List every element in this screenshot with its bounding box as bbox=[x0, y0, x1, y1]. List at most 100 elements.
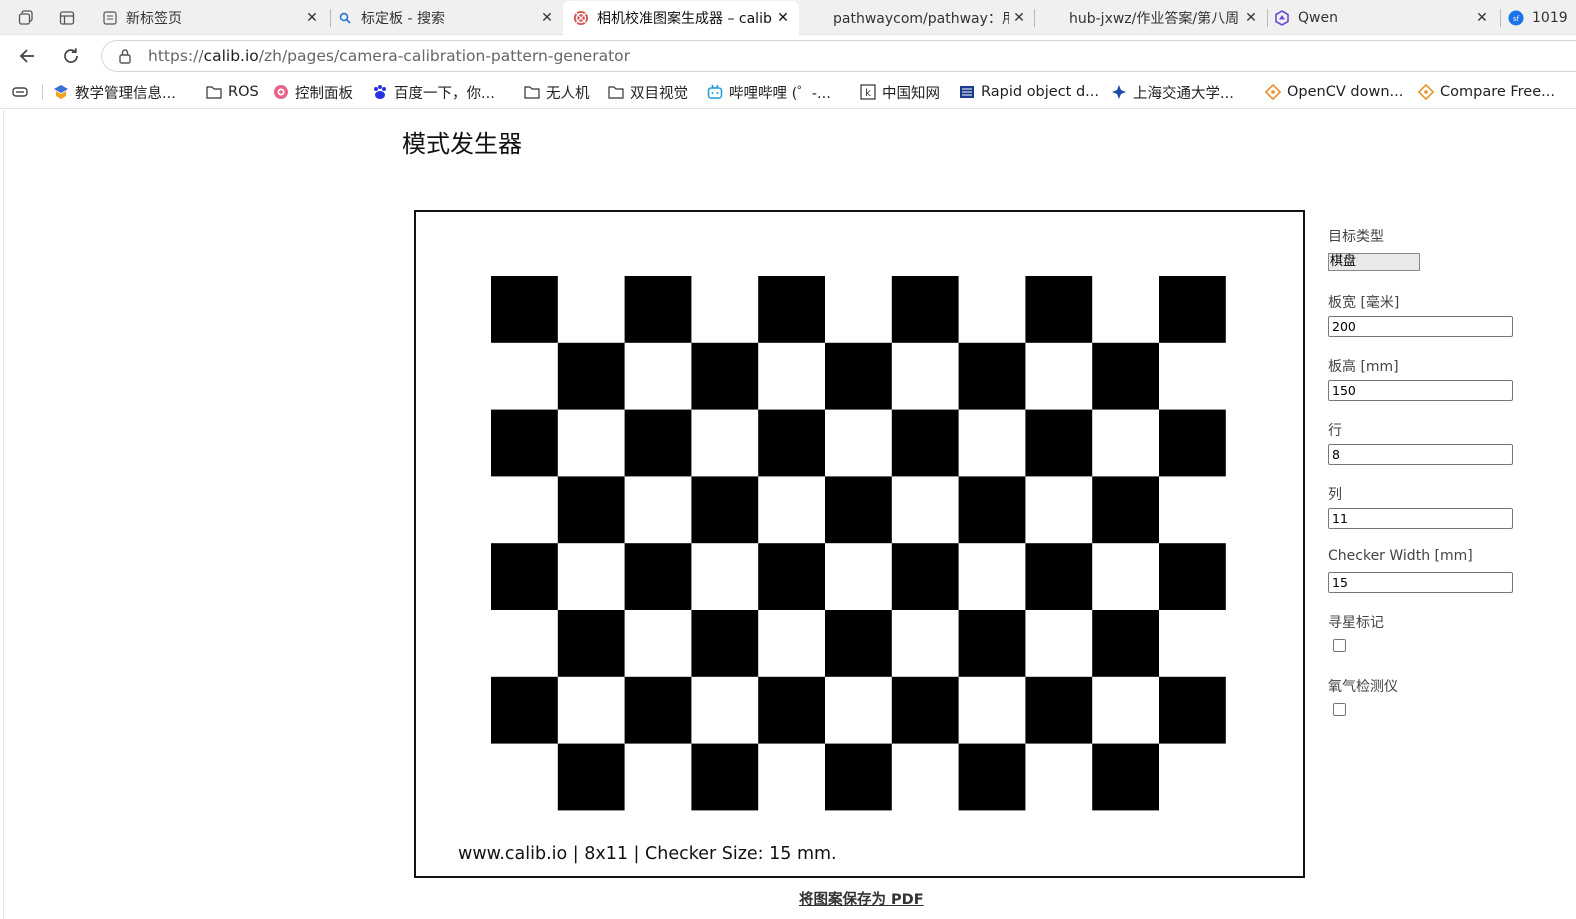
url-text[interactable]: https://calib.io/zh/pages/camera-calibra… bbox=[148, 47, 630, 65]
bookmarks-menu-icon[interactable] bbox=[12, 82, 28, 102]
baidu-icon bbox=[372, 84, 388, 100]
checker-square bbox=[557, 342, 625, 410]
cols-label: 列 bbox=[1328, 487, 1342, 503]
bookmark-label: 上海交通大学... bbox=[1133, 85, 1234, 102]
close-icon[interactable]: ✕ bbox=[302, 10, 322, 26]
checker-square bbox=[758, 676, 825, 744]
tab-new-tab[interactable]: 新标签页 ✕ bbox=[92, 2, 328, 34]
bookmark-item[interactable]: k 中国知网 bbox=[860, 82, 940, 102]
bookmark-item[interactable]: 控制面板 bbox=[273, 82, 353, 102]
checker-square bbox=[557, 476, 625, 544]
checker-square bbox=[891, 276, 959, 343]
address-bar[interactable]: https://calib.io/zh/pages/camera-calibra… bbox=[101, 40, 1576, 72]
page-content: 模式发生器 www.calib.io | 8x11 | Checker Size… bbox=[3, 110, 1576, 919]
ieee-icon bbox=[959, 84, 975, 100]
tab-title: hub-jxwz/作业答案/第八周 bbox=[1069, 11, 1240, 27]
bookmark-folder[interactable]: ROS bbox=[206, 82, 259, 102]
star-marker-checkbox[interactable] bbox=[1333, 639, 1346, 652]
checker-square bbox=[1092, 476, 1159, 544]
vertical-tabs-icon[interactable] bbox=[56, 7, 78, 29]
qwen-icon bbox=[1274, 10, 1290, 26]
board-height-input[interactable] bbox=[1328, 380, 1513, 401]
back-arrow-icon[interactable] bbox=[14, 43, 40, 69]
bookmark-item[interactable]: 上海交通大学... bbox=[1111, 82, 1234, 102]
close-icon[interactable]: ✕ bbox=[1472, 10, 1492, 26]
checker-square bbox=[491, 676, 558, 744]
board-width-input[interactable] bbox=[1328, 316, 1513, 337]
url-scheme: https:// bbox=[148, 47, 204, 65]
rows-input[interactable] bbox=[1328, 444, 1513, 465]
bookmark-label: 百度一下，你... bbox=[394, 85, 495, 102]
tab-calib-active[interactable]: 相机校准图案生成器 – calib.io ✕ bbox=[563, 1, 799, 35]
bookmark-item[interactable]: 百度一下，你... bbox=[372, 82, 495, 102]
workspaces-icon[interactable] bbox=[15, 7, 37, 29]
bookmark-folder[interactable]: 无人机 bbox=[524, 82, 590, 102]
close-icon[interactable]: ✕ bbox=[1009, 10, 1029, 26]
github-icon bbox=[809, 10, 825, 26]
profile-icon: sf bbox=[1508, 10, 1524, 26]
bookmark-label: 无人机 bbox=[546, 85, 590, 102]
checker-width-label: Checker Width [mm] bbox=[1328, 548, 1473, 564]
bookmark-label: Compare Free... bbox=[1440, 84, 1555, 100]
checker-square bbox=[491, 409, 558, 477]
checker-square bbox=[691, 610, 759, 677]
checker-square bbox=[825, 476, 892, 544]
checker-square bbox=[825, 342, 892, 410]
tab-title: 1019 bbox=[1532, 10, 1568, 26]
reload-icon[interactable] bbox=[58, 43, 84, 69]
bookmark-item[interactable]: OpenCV down... bbox=[1265, 82, 1403, 102]
close-icon[interactable]: ✕ bbox=[537, 10, 557, 26]
pattern-preview: www.calib.io | 8x11 | Checker Size: 15 m… bbox=[414, 210, 1305, 878]
tab-title: 标定板 - 搜索 bbox=[361, 11, 445, 27]
bookmark-label: ROS bbox=[228, 84, 259, 100]
bookmark-label: 控制面板 bbox=[295, 85, 353, 102]
close-icon[interactable]: ✕ bbox=[773, 10, 793, 26]
panel-icon bbox=[273, 84, 289, 100]
tab-profile[interactable]: sf 1019 bbox=[1498, 2, 1576, 34]
lock-icon[interactable] bbox=[118, 48, 134, 64]
sjtu-icon bbox=[1111, 84, 1127, 100]
tab-hub-jxwz[interactable]: hub-jxwz/作业答案/第八周 ✕ bbox=[1035, 2, 1267, 34]
oxygen-checkbox[interactable] bbox=[1333, 703, 1346, 716]
checker-square bbox=[491, 276, 558, 343]
close-icon[interactable]: ✕ bbox=[1241, 10, 1261, 26]
checker-width-input[interactable] bbox=[1328, 572, 1513, 593]
bookmark-item[interactable]: Compare Free... bbox=[1418, 82, 1555, 102]
url-host: calib.io bbox=[203, 47, 259, 65]
cols-input[interactable] bbox=[1328, 508, 1513, 529]
calib-icon bbox=[573, 10, 589, 26]
bookmark-label: 中国知网 bbox=[882, 85, 940, 102]
checker-square bbox=[958, 342, 1026, 410]
folder-icon bbox=[608, 84, 624, 100]
bookmark-folder[interactable]: 双目视觉 bbox=[608, 82, 688, 102]
folder-icon bbox=[206, 84, 222, 100]
checker-square bbox=[1025, 676, 1093, 744]
save-pdf-link[interactable]: 将图案保存为 PDF bbox=[799, 888, 924, 909]
checker-square bbox=[825, 743, 892, 811]
checker-square bbox=[758, 409, 825, 477]
checker-square bbox=[1092, 743, 1159, 811]
bookmark-item[interactable]: Rapid object d... bbox=[959, 82, 1099, 102]
checker-square bbox=[891, 676, 959, 744]
target-type-select[interactable]: 棋盘 bbox=[1328, 253, 1420, 271]
url-path: /zh/pages/camera-calibration-pattern-gen… bbox=[258, 47, 631, 65]
tab-pathway[interactable]: pathwaycom/pathway：用 ✕ bbox=[799, 2, 1035, 34]
tab-title: 新标签页 bbox=[126, 11, 182, 27]
tab-strip: 新标签页 ✕ 标定板 - 搜索 ✕ 相机校准图案生成器 – calib.io ✕… bbox=[0, 0, 1576, 35]
page-title: 模式发生器 bbox=[402, 130, 522, 158]
checker-square bbox=[891, 409, 959, 477]
checker-square bbox=[1159, 676, 1226, 744]
checker-square bbox=[825, 610, 892, 677]
bookmark-item[interactable]: 教学管理信息... bbox=[53, 82, 176, 102]
checker-square bbox=[491, 543, 558, 610]
checker-square bbox=[691, 476, 759, 544]
tab-search[interactable]: 标定板 - 搜索 ✕ bbox=[327, 2, 563, 34]
tab-title: pathwaycom/pathway：用 bbox=[833, 11, 1009, 27]
svg-text:sf: sf bbox=[1513, 15, 1520, 23]
svg-text:k: k bbox=[865, 88, 871, 99]
checker-square bbox=[557, 610, 625, 677]
bookmarks-divider bbox=[42, 84, 43, 100]
checker-square bbox=[1092, 610, 1159, 677]
tab-qwen[interactable]: Qwen ✕ bbox=[1264, 2, 1498, 34]
bookmark-item[interactable]: 哔哩哔哩 (゜-... bbox=[707, 82, 831, 102]
